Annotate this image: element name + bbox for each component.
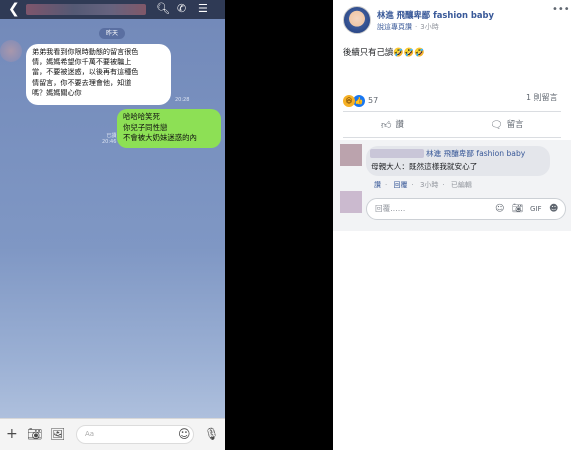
reaction-count: 57	[368, 96, 379, 105]
comments-count[interactable]: 1 則留言	[526, 92, 558, 103]
back-icon[interactable]: ❮	[8, 1, 20, 17]
more-options-icon[interactable]: •••	[552, 4, 570, 15]
comment-text: 母親大人：既然這樣我就安心了	[371, 162, 478, 171]
facebook-post-panel: 林進 飛釀卑鄙 fashion baby 說這專頁讚 · 3小時 ••• 後續只有己…	[333, 0, 571, 450]
image-icon[interactable]: 🖼︎	[50, 425, 65, 443]
screenshot: ❮ 🔍︎ ✆ ☰ 昨天 弟弟我看到你限時動態的留言很色 情，媽媽希望你千萬不要被…	[0, 0, 571, 450]
post-author[interactable]: 林進 飛釀卑鄙 fashion baby	[377, 9, 494, 21]
reaction-summary[interactable]: 😆 👍 57	[343, 90, 379, 107]
outgoing-message-time: 20:46	[102, 139, 117, 145]
thumbs-up-icon: 👍︎	[381, 120, 392, 131]
read-receipt: 已讀 20:46	[102, 133, 116, 145]
mic-icon[interactable]: 🎙︎	[204, 425, 219, 443]
plus-icon[interactable]: +	[6, 425, 18, 443]
reply-input[interactable]: 回覆…… ☺ 📷︎ GIF ☻	[366, 198, 566, 220]
comment-author[interactable]: 林進 飛釀卑鄙 fashion baby	[426, 148, 525, 159]
divider	[343, 111, 561, 112]
comment-like-link[interactable]: 讚	[374, 181, 381, 189]
comment-reply-link[interactable]: 回覆	[393, 181, 407, 189]
speech-bubble-icon: 🗨︎	[490, 120, 503, 131]
viewer-avatar	[340, 191, 362, 213]
comment-button[interactable]: 🗨︎ 留言	[490, 118, 523, 131]
post-meta: 說這專頁讚 · 3小時	[377, 23, 439, 31]
chat-input-bar: + 📷︎ 🖼︎ Aa ☺ 🎙︎	[0, 418, 225, 450]
comment-actions: 讚 · 回覆 · 3小時 · 已編輯	[374, 181, 472, 189]
comments-section: 林進 飛釀卑鄙 fashion baby 母親大人：既然這樣我就安心了 讚 · 回…	[333, 140, 571, 231]
blurred-commenter-name	[370, 149, 424, 158]
date-separator: 昨天	[99, 28, 125, 39]
like-button-label: 讚	[395, 119, 404, 129]
search-icon[interactable]: 🔍︎	[156, 2, 170, 16]
emoji-icon[interactable]: ☺	[178, 425, 191, 443]
haha-reaction-icon: 😆	[343, 94, 355, 107]
post-body: 後續只有己讀🤣🤣🤣	[343, 47, 425, 57]
sticker-icon[interactable]: ☻	[549, 202, 558, 216]
blurred-contact-name	[26, 4, 146, 15]
message-input[interactable]: Aa	[76, 425, 194, 444]
outgoing-message-bubble: 哈哈哈笑死 你兒子同性戀 不會被大奶妹迷惑的內	[117, 109, 221, 148]
comment-bubble: 林進 飛釀卑鄙 fashion baby 母親大人：既然這樣我就安心了	[366, 146, 550, 176]
reply-placeholder: 回覆……	[375, 204, 406, 213]
phone-icon[interactable]: ✆	[177, 2, 186, 16]
incoming-message-time: 20:28	[175, 97, 190, 103]
page-like-link[interactable]: 說這專頁讚	[377, 23, 412, 31]
like-button[interactable]: 👍︎ 讚	[381, 118, 404, 131]
comment-button-label: 留言	[506, 119, 524, 129]
camera-icon[interactable]: 📷︎	[27, 425, 42, 443]
divider	[343, 137, 561, 138]
emoji-icon[interactable]: ☺	[495, 202, 504, 216]
comment-edited[interactable]: 已編輯	[451, 181, 472, 189]
comment-time[interactable]: 3小時	[420, 181, 438, 189]
incoming-message-bubble: 弟弟我看到你限時動態的留言很色 情，媽媽希望你千萬不要被騙上 當，不要被迷惑，以…	[26, 44, 171, 105]
sender-avatar	[0, 40, 22, 62]
gif-icon[interactable]: GIF	[530, 202, 542, 216]
commenter-avatar[interactable]	[340, 144, 362, 166]
line-chat-panel: ❮ 🔍︎ ✆ ☰ 昨天 弟弟我看到你限時動態的留言很色 情，媽媽希望你千萬不要被…	[0, 0, 225, 450]
post-time[interactable]: 3小時	[420, 23, 438, 31]
menu-icon[interactable]: ☰	[198, 2, 208, 16]
chat-header: ❮ 🔍︎ ✆ ☰	[0, 0, 225, 19]
camera-icon[interactable]: 📷︎	[512, 202, 523, 216]
page-avatar[interactable]	[343, 6, 371, 34]
